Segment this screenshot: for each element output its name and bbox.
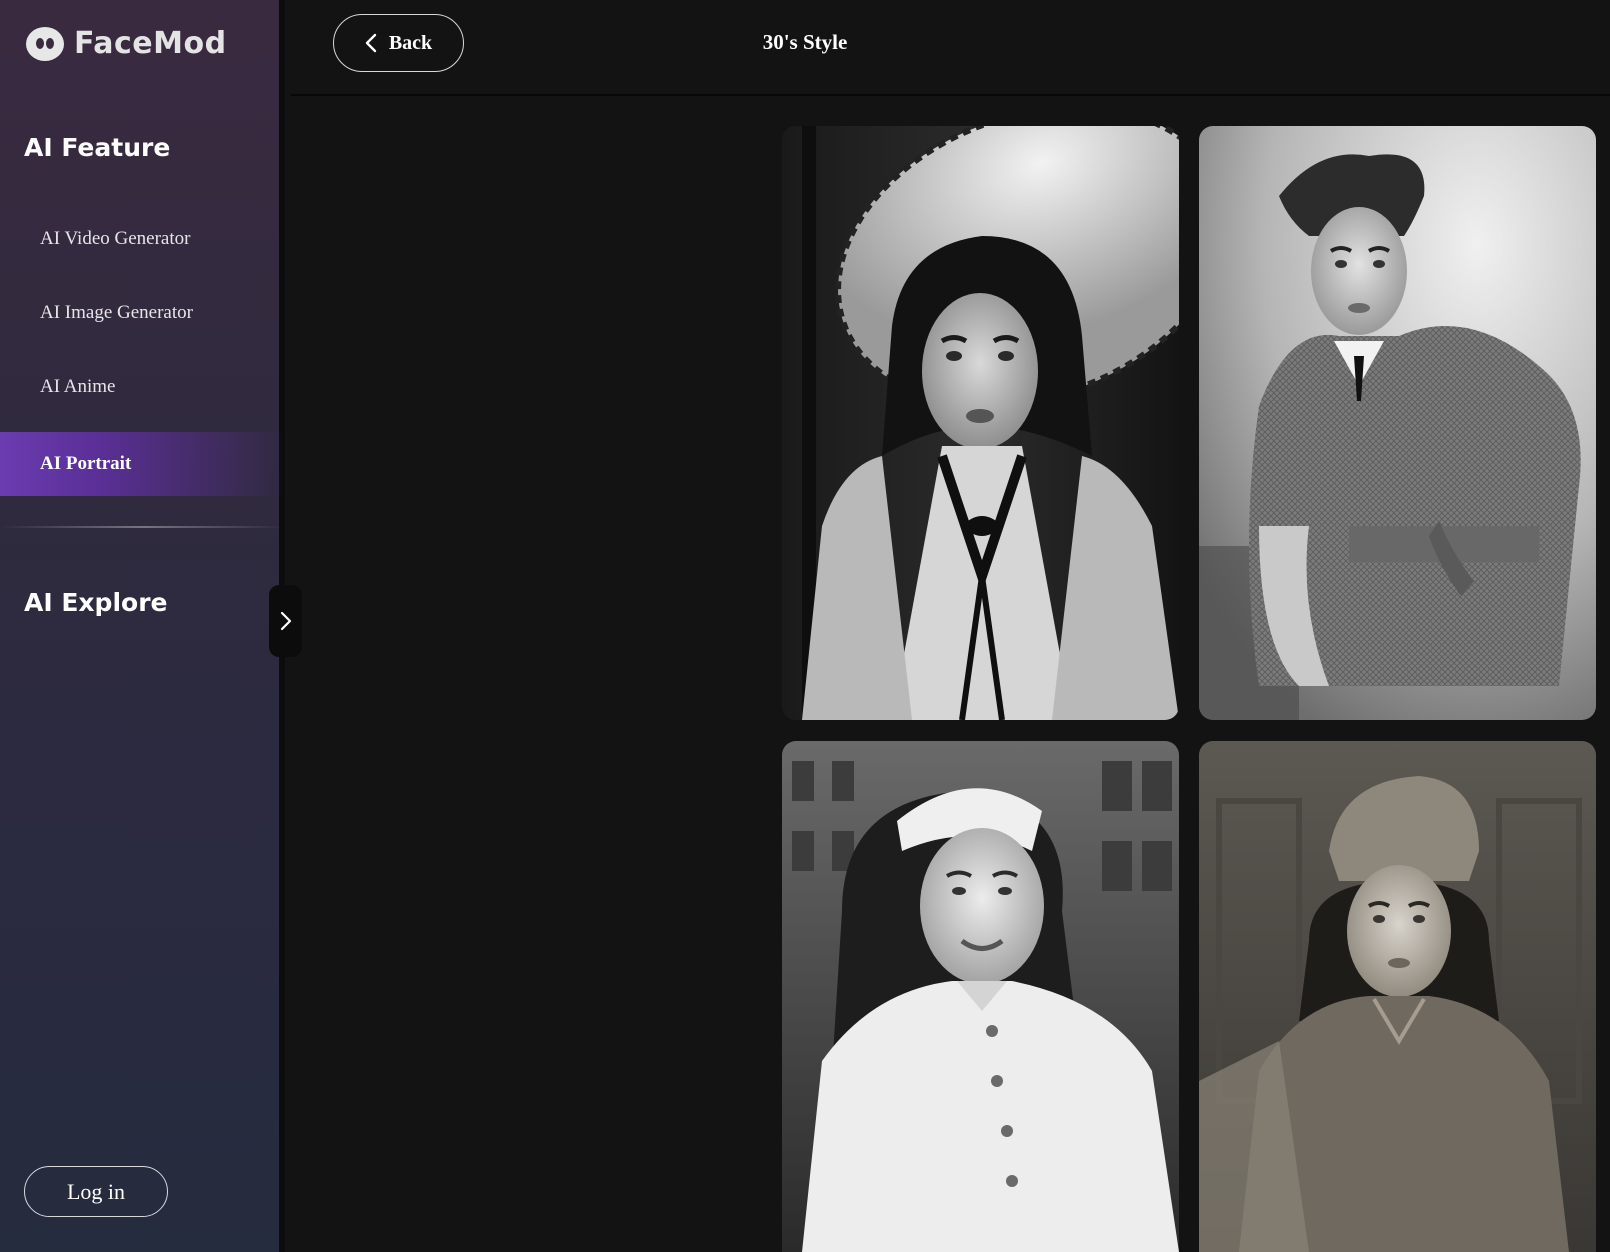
section-title-ai-feature: AI Feature <box>24 133 171 162</box>
page-title: 30's Style <box>762 30 848 54</box>
login-button[interactable]: Log in <box>24 1166 168 1217</box>
sidebar-item-ai-video-generator[interactable]: AI Video Generator <box>0 207 285 271</box>
portrait-image <box>1199 741 1596 1252</box>
title-container: 30's Style <box>0 0 1610 96</box>
sidebar-item-ai-image-generator[interactable]: AI Image Generator <box>0 281 285 345</box>
sidebar-item-label: AI Portrait <box>40 453 132 474</box>
sidebar-item-ai-anime[interactable]: AI Anime <box>0 355 285 419</box>
portrait-image <box>1199 126 1596 720</box>
section-title-ai-explore[interactable]: AI Explore <box>24 588 167 617</box>
gallery-image-4[interactable] <box>1199 741 1596 1252</box>
portrait-image <box>782 126 1179 720</box>
sidebar-item-ai-portrait[interactable]: AI Portrait <box>0 432 285 496</box>
gallery-image-1[interactable] <box>782 126 1179 720</box>
gallery-image-3[interactable] <box>782 741 1179 1252</box>
sidebar-item-label: AI Image Generator <box>40 302 193 323</box>
sidebar: FaceMod AI Feature AI Video Generator AI… <box>0 0 285 1252</box>
sidebar-divider <box>0 526 285 528</box>
sidebar-toggle-button[interactable] <box>269 585 302 657</box>
sidebar-item-label: AI Video Generator <box>40 228 191 249</box>
portrait-image <box>782 741 1179 1252</box>
gallery-image-2[interactable] <box>1199 126 1596 720</box>
chevron-right-icon <box>280 611 291 631</box>
sidebar-item-label: AI Anime <box>40 376 116 397</box>
